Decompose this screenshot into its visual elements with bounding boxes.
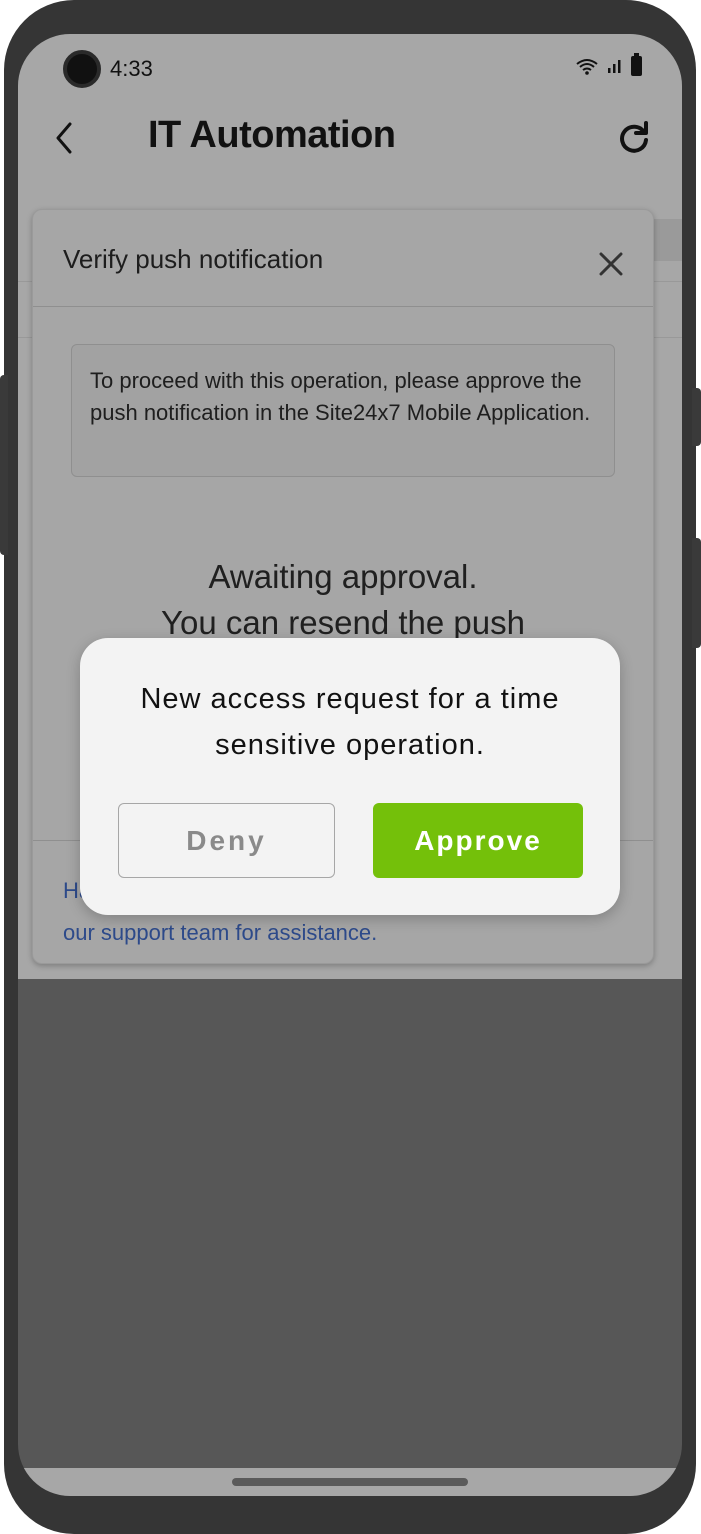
- back-arrow-icon[interactable]: [50, 120, 80, 156]
- camera-cutout: [63, 50, 101, 88]
- approve-button[interactable]: Approve: [373, 803, 583, 878]
- status-time: 4:33: [110, 56, 153, 81]
- refresh-icon[interactable]: [616, 120, 652, 156]
- dialog-title: Verify push notification: [63, 244, 324, 274]
- awaiting-line-1: Awaiting approval.: [208, 558, 478, 595]
- phone-volume-button: [692, 538, 701, 648]
- help-text-end: our support team for assistance.: [63, 920, 378, 945]
- access-request-popup: New access request for a time sensitive …: [80, 638, 620, 915]
- phone-side-button: [0, 375, 8, 555]
- navigation-bar: [18, 1468, 682, 1496]
- deny-button[interactable]: Deny: [118, 803, 335, 878]
- wifi-icon: [576, 59, 598, 75]
- phone-power-button: [692, 388, 701, 446]
- dialog-divider: [33, 306, 653, 307]
- page-title: IT Automation: [148, 114, 396, 156]
- battery-icon: [631, 53, 642, 76]
- awaiting-approval-text: Awaiting approval. You can resend the pu…: [33, 554, 653, 646]
- app-header: 4:33 IT Automation: [18, 34, 682, 189]
- home-indicator[interactable]: [232, 1478, 468, 1486]
- signal-icon: [608, 60, 621, 73]
- info-message: To proceed with this operation, please a…: [71, 344, 615, 477]
- close-icon[interactable]: [597, 250, 625, 278]
- access-request-message: New access request for a time sensitive …: [140, 683, 560, 761]
- status-icons: [575, 53, 642, 76]
- phone-screen: 4:33 IT Automation ld: [18, 34, 682, 1496]
